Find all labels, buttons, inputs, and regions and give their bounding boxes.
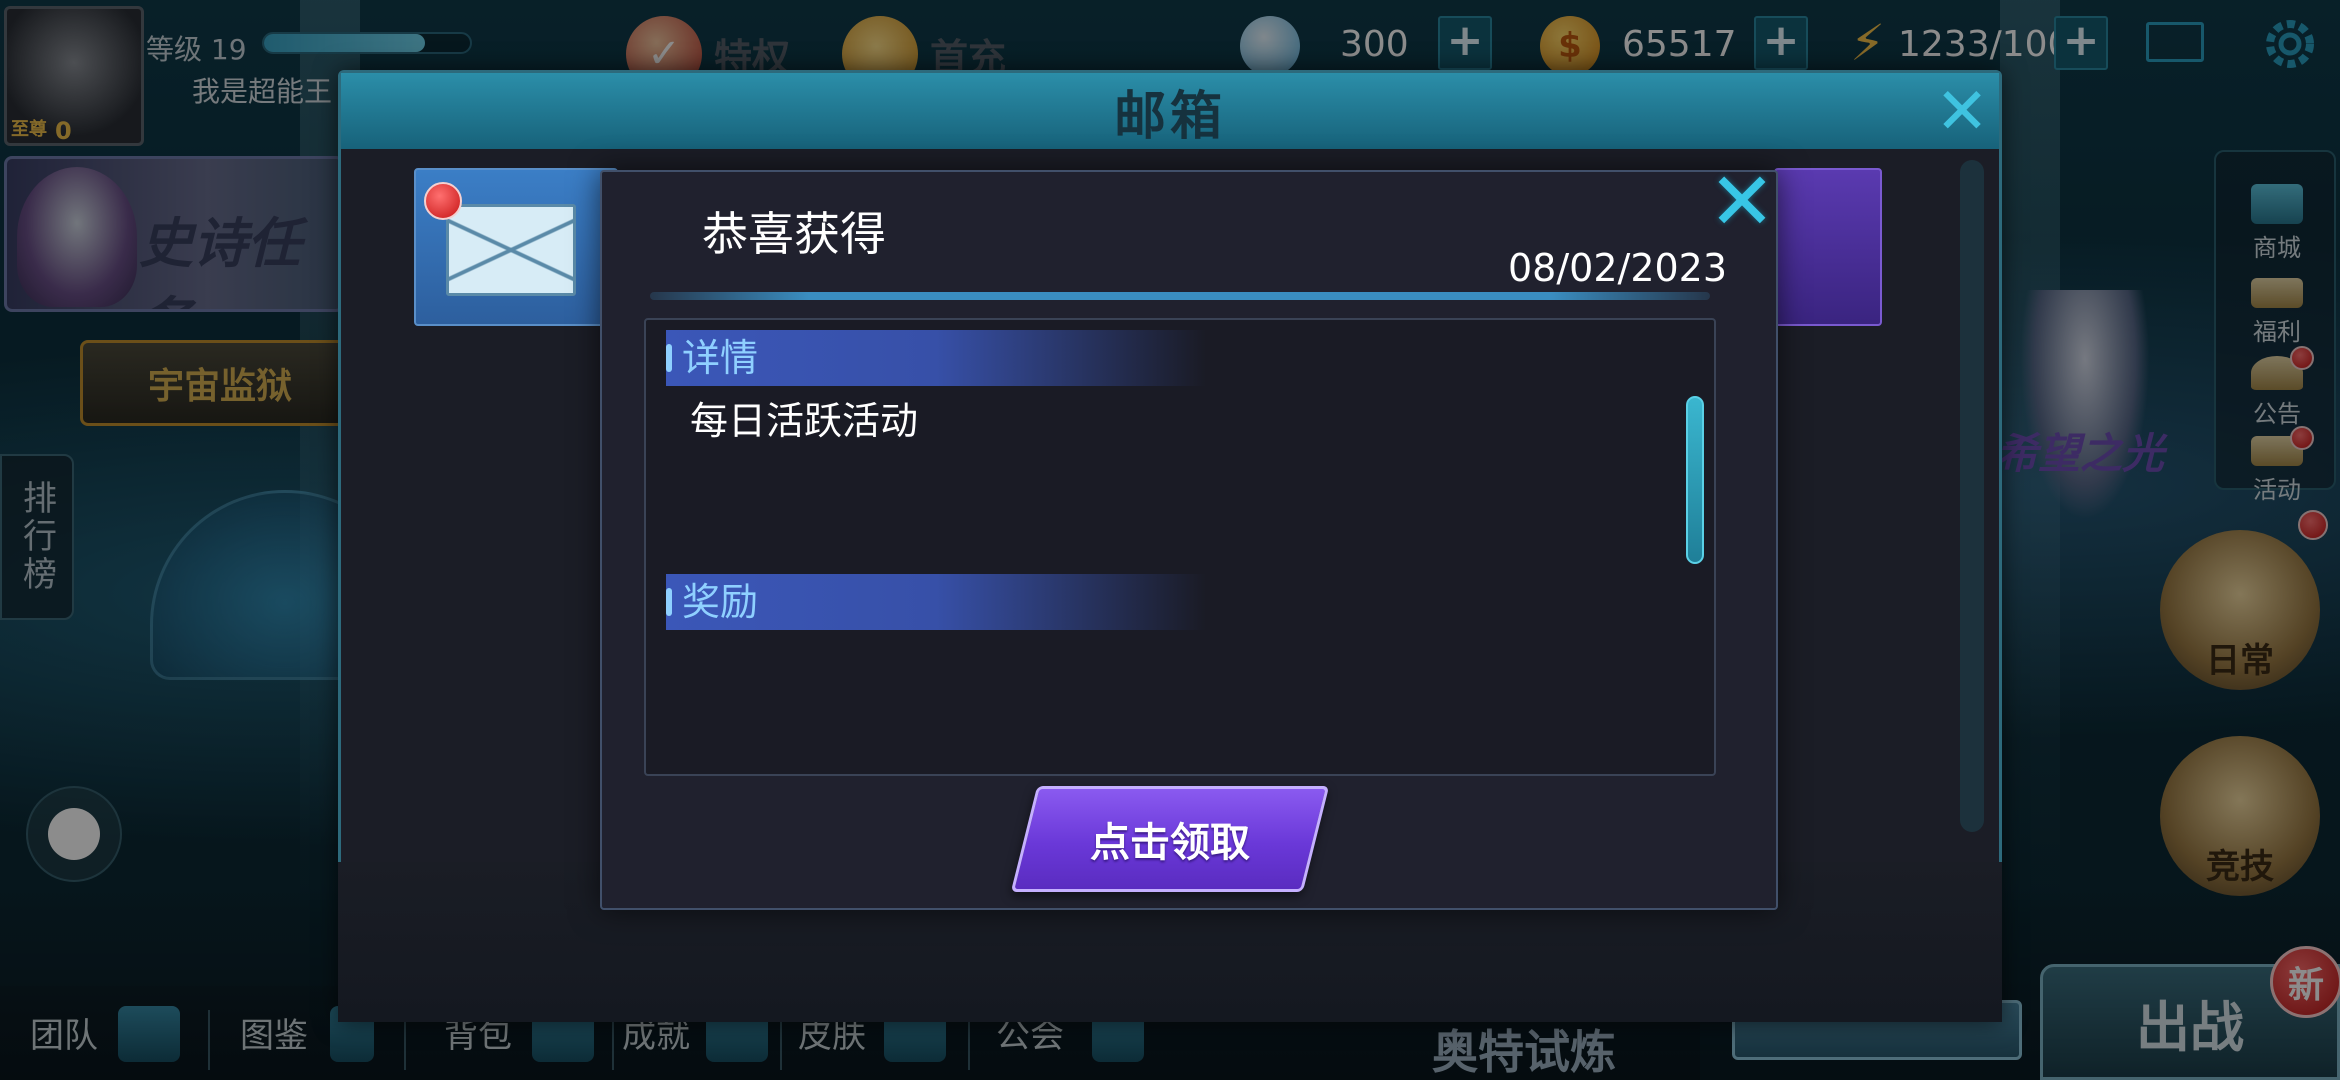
dialog-close-button[interactable]: ✕	[1706, 162, 1778, 242]
mailbox-close-button[interactable]: ✕	[1930, 80, 1994, 146]
dialog-content-panel: 详情 每日活跃活动 奖励	[644, 318, 1716, 776]
mailbox-title: 邮箱	[1113, 86, 1226, 147]
rewards-section-header: 奖励	[666, 574, 1206, 630]
section-tick-icon	[666, 344, 672, 372]
dialog-title: 恭喜获得	[702, 207, 886, 261]
details-section-header: 详情	[666, 330, 1206, 386]
mail-date: 08/02/2023	[1508, 246, 1728, 290]
unread-red-dot	[424, 182, 462, 220]
mail-list-item-action[interactable]	[1774, 168, 1882, 326]
mailbox-scrollbar[interactable]	[1960, 160, 1984, 832]
details-scrollbar[interactable]	[1686, 396, 1704, 564]
section-tick-icon	[666, 588, 672, 616]
mailbox-header: 邮箱	[341, 73, 1999, 149]
claim-button-label: 点击领取	[1090, 820, 1250, 866]
envelope-icon	[446, 204, 576, 296]
details-header-label: 详情	[682, 336, 759, 380]
claim-reward-button[interactable]: 点击领取	[1010, 786, 1330, 892]
details-text: 每日活跃活动	[690, 399, 919, 443]
mail-list-item[interactable]	[414, 168, 618, 326]
rewards-header-label: 奖励	[682, 580, 759, 624]
dialog-divider	[650, 292, 1710, 300]
